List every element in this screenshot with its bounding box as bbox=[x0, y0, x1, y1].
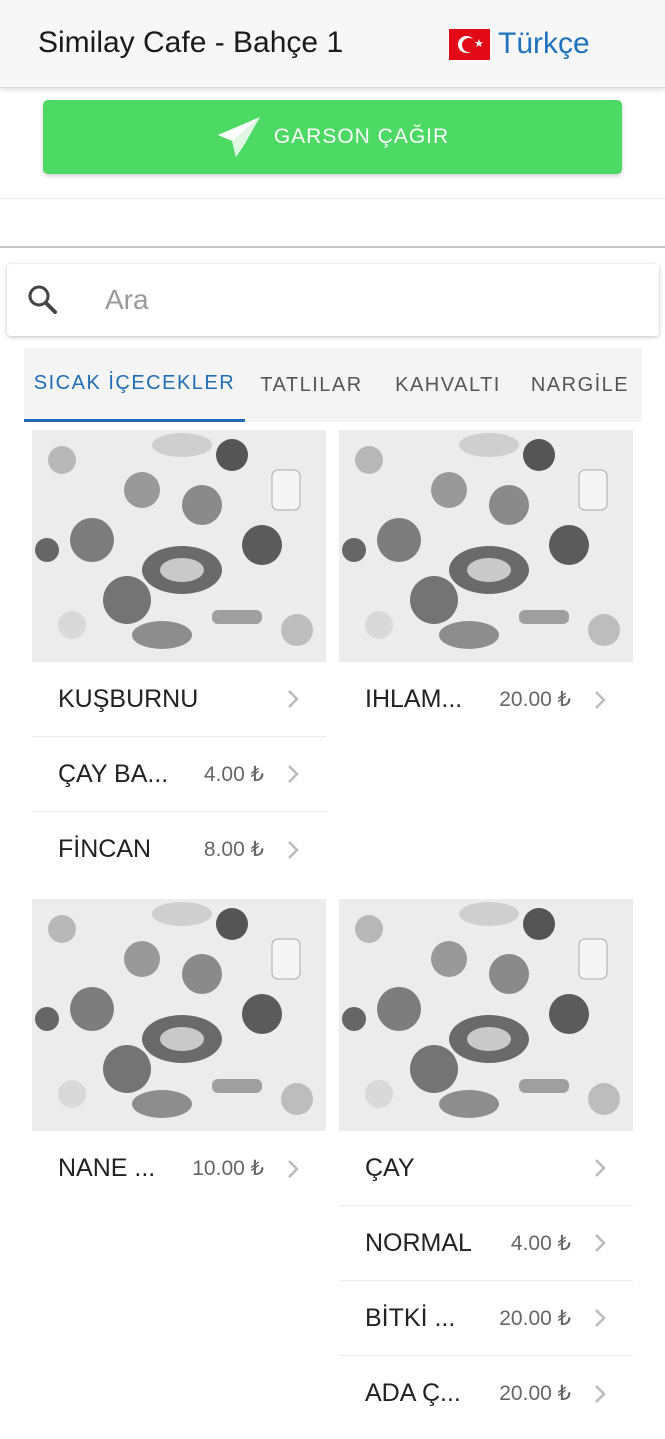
menu-item-row[interactable]: NANE ... 10.00 ₺ bbox=[32, 1131, 326, 1206]
divider bbox=[0, 246, 665, 248]
item-price: 20.00 ₺ bbox=[499, 688, 571, 711]
chevron-right-icon bbox=[595, 1309, 606, 1327]
menu-item-row[interactable]: FİNCAN 8.00 ₺ bbox=[32, 812, 326, 887]
divider bbox=[0, 198, 665, 199]
item-name: FİNCAN bbox=[58, 835, 152, 863]
food-illustration-image bbox=[339, 899, 633, 1131]
food-illustration-image bbox=[339, 430, 633, 662]
item-name: IHLAM... bbox=[365, 685, 463, 713]
search-input[interactable] bbox=[105, 280, 625, 320]
chevron-right-icon bbox=[595, 690, 606, 709]
item-name: NORMAL bbox=[365, 1228, 472, 1257]
food-illustration-image bbox=[32, 430, 326, 662]
menu-card: KUŞBURNU ÇAY BA... 4.00 ₺ FİNCAN 8.00 ₺ bbox=[32, 430, 326, 887]
chevron-right-icon bbox=[595, 1159, 606, 1177]
item-name: ÇAY bbox=[365, 1153, 415, 1182]
turkey-flag-icon: ★ bbox=[449, 28, 490, 60]
language-selector[interactable]: ★ Türkçe bbox=[449, 27, 590, 61]
item-price: 4.00 ₺ bbox=[203, 762, 264, 786]
app-header: Similay Cafe - Bahçe 1 ★ Türkçe bbox=[0, 0, 665, 88]
search-icon bbox=[28, 285, 57, 314]
item-name: NANE ... bbox=[58, 1154, 156, 1182]
menu-item-row[interactable]: ADA Ç... 20.00 ₺ bbox=[339, 1356, 633, 1431]
item-price: 8.00 ₺ bbox=[203, 838, 264, 861]
chevron-right-icon bbox=[288, 690, 299, 708]
item-name: KUŞBURNU bbox=[58, 684, 199, 713]
item-price: 4.00 ₺ bbox=[510, 1231, 571, 1255]
item-name: ÇAY BA... bbox=[58, 759, 169, 788]
chevron-right-icon bbox=[288, 765, 299, 783]
item-name: BİTKİ ... bbox=[365, 1303, 456, 1332]
language-label[interactable]: Türkçe bbox=[498, 27, 590, 61]
page-title: Similay Cafe - Bahçe 1 bbox=[38, 26, 344, 59]
menu-item-row[interactable]: KUŞBURNU bbox=[32, 662, 326, 737]
tab-kahvalti[interactable]: KAHVALTI bbox=[378, 348, 518, 422]
menu-item-row[interactable]: IHLAM... 20.00 ₺ bbox=[339, 662, 633, 737]
chevron-right-icon bbox=[288, 840, 299, 859]
tab-tatlilar[interactable]: TATLILAR bbox=[245, 348, 378, 422]
item-price: 10.00 ₺ bbox=[192, 1157, 264, 1180]
chevron-right-icon bbox=[288, 1159, 299, 1178]
tab-nargile[interactable]: NARGİLE bbox=[518, 348, 642, 422]
send-icon bbox=[217, 117, 260, 157]
category-tabs: SICAK İÇECEKLER TATLILAR KAHVALTI NARGİL… bbox=[24, 348, 642, 422]
menu-item-row[interactable]: ÇAY BA... 4.00 ₺ bbox=[32, 737, 326, 812]
chevron-right-icon bbox=[595, 1234, 606, 1252]
search-bar[interactable] bbox=[7, 264, 659, 336]
item-price: 20.00 ₺ bbox=[499, 1382, 571, 1405]
chevron-right-icon bbox=[595, 1384, 606, 1403]
menu-card: ÇAY NORMAL 4.00 ₺ BİTKİ ... 20.00 ₺ ADA … bbox=[339, 899, 633, 1431]
menu-card: IHLAM... 20.00 ₺ bbox=[339, 430, 633, 737]
menu-item-row[interactable]: NORMAL 4.00 ₺ bbox=[339, 1206, 633, 1281]
menu-item-row[interactable]: BİTKİ ... 20.00 ₺ bbox=[339, 1281, 633, 1356]
food-illustration-image bbox=[32, 899, 326, 1131]
item-price: 20.00 ₺ bbox=[499, 1306, 571, 1330]
item-name: ADA Ç... bbox=[365, 1379, 461, 1407]
menu-item-row[interactable]: ÇAY bbox=[339, 1131, 633, 1206]
menu-card: NANE ... 10.00 ₺ bbox=[32, 899, 326, 1206]
tab-sicak-icecekler[interactable]: SICAK İÇECEKLER bbox=[24, 348, 245, 422]
call-waiter-label: GARSON ÇAĞIR bbox=[273, 125, 450, 148]
call-waiter-button[interactable]: GARSON ÇAĞIR bbox=[43, 100, 622, 174]
